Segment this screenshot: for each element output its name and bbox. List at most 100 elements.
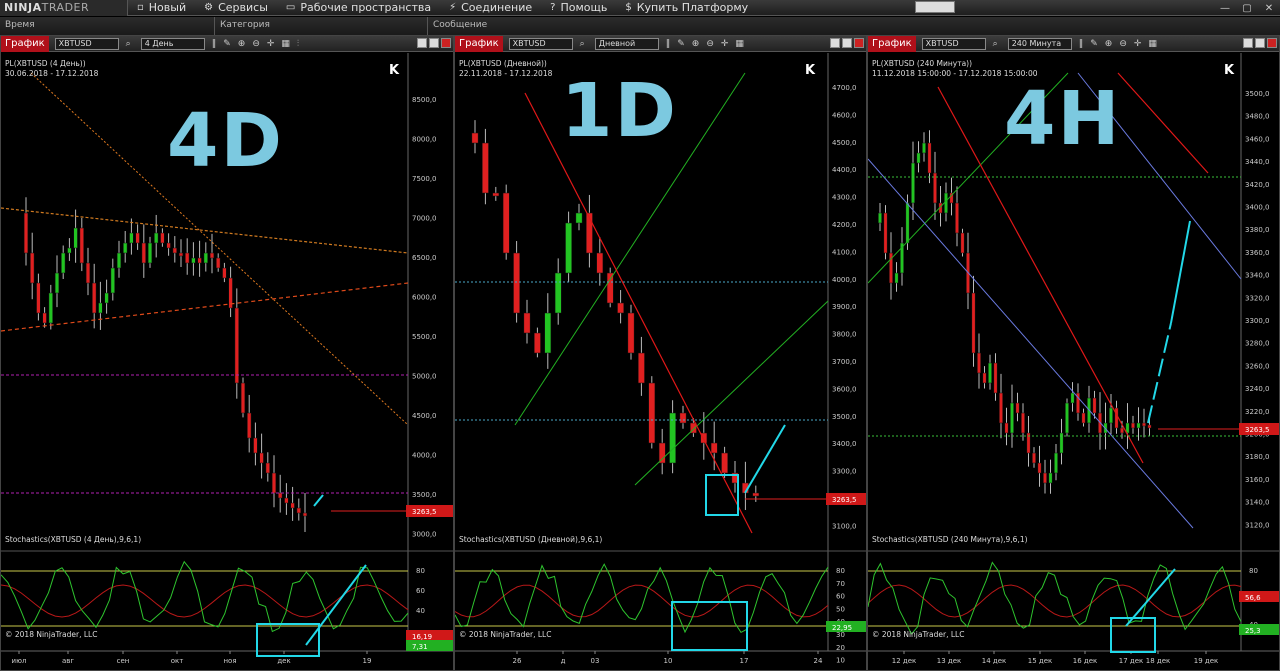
panel-window-controls	[415, 38, 451, 48]
candle-body	[73, 227, 78, 249]
trendline	[634, 300, 829, 486]
log-col-message[interactable]: Сообщение	[428, 17, 1280, 35]
candle-body	[982, 372, 987, 384]
period-select[interactable]: Дневной	[594, 37, 659, 50]
menu-buy-platform[interactable]: $ Купить Платформу	[616, 0, 757, 16]
crosshair-icon[interactable]: ✛	[721, 39, 729, 49]
maximize-icon[interactable]	[429, 38, 439, 48]
chart-tab[interactable]: График	[1, 36, 49, 52]
time-tick-label: 15 дек	[1028, 657, 1053, 665]
price-tick-label: 4200,0	[832, 221, 857, 229]
maximize-icon[interactable]	[842, 38, 852, 48]
menu-connection[interactable]: ⚡ Соединение	[440, 0, 541, 16]
zoom-in-icon[interactable]: ⊕	[692, 39, 700, 49]
trendline	[1, 207, 409, 254]
period-select[interactable]: 4 День	[140, 37, 205, 50]
candle-body	[927, 142, 932, 174]
candle-body	[1131, 422, 1135, 429]
oscillator-tick-label: 60	[836, 593, 845, 601]
price-tick-label: 3100,0	[832, 522, 857, 530]
stoch-d-line	[868, 584, 1242, 618]
zoom-out-icon[interactable]: ⊖	[252, 39, 260, 49]
oscillator-tick-label: 40	[416, 607, 425, 615]
close-icon[interactable]	[1267, 38, 1277, 48]
bars-icon[interactable]: ‖	[1079, 39, 1084, 49]
close-icon[interactable]	[441, 38, 451, 48]
menu-new[interactable]: ▫ Новый	[128, 0, 195, 16]
chart-tab[interactable]: График	[868, 36, 916, 52]
price-tick-label: 3180,0	[1245, 453, 1270, 461]
properties-icon[interactable]: ▦	[281, 39, 290, 49]
crosshair-icon[interactable]: ✛	[1134, 39, 1142, 49]
price-tick-label: 6500,0	[412, 254, 437, 262]
search-icon[interactable]: ⌕	[993, 39, 998, 49]
properties-icon[interactable]: ▦	[1148, 39, 1157, 49]
last-price-label: 3263,5	[412, 508, 437, 516]
properties-icon[interactable]: ▦	[735, 39, 744, 49]
period-select[interactable]: 240 Минута	[1007, 37, 1072, 50]
candle-body	[284, 497, 289, 504]
close-icon[interactable]	[854, 38, 864, 48]
candle-body	[648, 382, 656, 444]
main-menubar: NINJA TRADER ▫ Новый ⚙ Сервисы ▭ Рабочие про…	[0, 0, 1280, 16]
candle-body	[1037, 462, 1042, 474]
candle-body	[1032, 452, 1036, 464]
chart-panel-4d: График XBTUSD ⌕ 4 День ‖ ✎ ⊕ ⊖ ✛ ▦ ⫶ 850…	[0, 35, 454, 671]
minimize-icon[interactable]: —	[1214, 0, 1236, 16]
cyan-arrow	[744, 424, 786, 494]
minimize-icon[interactable]	[1243, 38, 1253, 48]
zoom-out-icon[interactable]: ⊖	[1119, 39, 1127, 49]
candle-body	[247, 412, 252, 439]
minimize-icon[interactable]	[830, 38, 840, 48]
crosshair-icon[interactable]: ✛	[267, 39, 275, 49]
keyboard-layout-indicator[interactable]	[915, 1, 955, 13]
zoom-in-icon[interactable]: ⊕	[238, 39, 246, 49]
candle-body	[265, 462, 270, 474]
menu-workspaces[interactable]: ▭ Рабочие пространства	[277, 0, 440, 16]
chart-tab[interactable]: График	[455, 36, 503, 52]
stoch-value-label: 56,6	[1245, 594, 1261, 602]
candle-body	[185, 252, 190, 264]
time-tick-label: 12 дек	[892, 657, 917, 665]
candle-body	[209, 252, 215, 259]
candle-body	[271, 472, 277, 494]
zoom-in-icon[interactable]: ⊕	[1105, 39, 1113, 49]
candle-body	[1142, 422, 1146, 427]
indicators-icon[interactable]: ⫶	[297, 39, 299, 49]
search-icon[interactable]: ⌕	[126, 39, 131, 49]
candle-body	[1070, 392, 1075, 404]
menu-help[interactable]: ? Помощь	[541, 0, 616, 16]
chart-toolbar: График XBTUSD ⌕ 4 День ‖ ✎ ⊕ ⊖ ✛ ▦ ⫶	[1, 36, 453, 52]
symbol-input[interactable]: XBTUSD	[921, 37, 986, 50]
price-tick-label: 3460,0	[1245, 135, 1270, 143]
maximize-icon[interactable]	[1255, 38, 1265, 48]
draw-icon[interactable]: ✎	[677, 39, 685, 49]
zoom-out-icon[interactable]: ⊖	[706, 39, 714, 49]
price-tick-label: 6000,0	[412, 294, 437, 302]
oscillator-title: Stochastics(XBTUSD (Дневной),9,6,1)	[459, 535, 603, 544]
panel-window-controls	[828, 38, 864, 48]
close-icon[interactable]: ✕	[1258, 0, 1280, 16]
minimize-icon[interactable]	[417, 38, 427, 48]
timeframe-label: 4H	[1004, 76, 1122, 162]
bars-icon[interactable]: ‖	[666, 39, 671, 49]
candle-body	[79, 227, 84, 264]
menu-services[interactable]: ⚙ Сервисы	[195, 0, 277, 16]
log-col-category[interactable]: Категория	[215, 17, 428, 35]
symbol-input[interactable]: XBTUSD	[508, 37, 573, 50]
price-tick-label: 3440,0	[1245, 158, 1270, 166]
price-tick-label: 4400,0	[832, 166, 857, 174]
bars-icon[interactable]: ‖	[212, 39, 217, 49]
candle-body	[955, 202, 959, 234]
candle-body	[278, 492, 283, 499]
chart-date-range: 22.11.2018 - 17.12.2018	[459, 69, 553, 78]
draw-icon[interactable]: ✎	[223, 39, 231, 49]
price-tick-label: 3320,0	[1245, 294, 1270, 302]
price-tick-label: 3420,0	[1245, 181, 1270, 189]
maximize-icon[interactable]: ▢	[1236, 0, 1258, 16]
draw-icon[interactable]: ✎	[1090, 39, 1098, 49]
symbol-input[interactable]: XBTUSD	[54, 37, 119, 50]
search-icon[interactable]: ⌕	[580, 39, 585, 49]
candle-body	[123, 242, 128, 254]
log-col-time[interactable]: Время	[0, 17, 215, 35]
